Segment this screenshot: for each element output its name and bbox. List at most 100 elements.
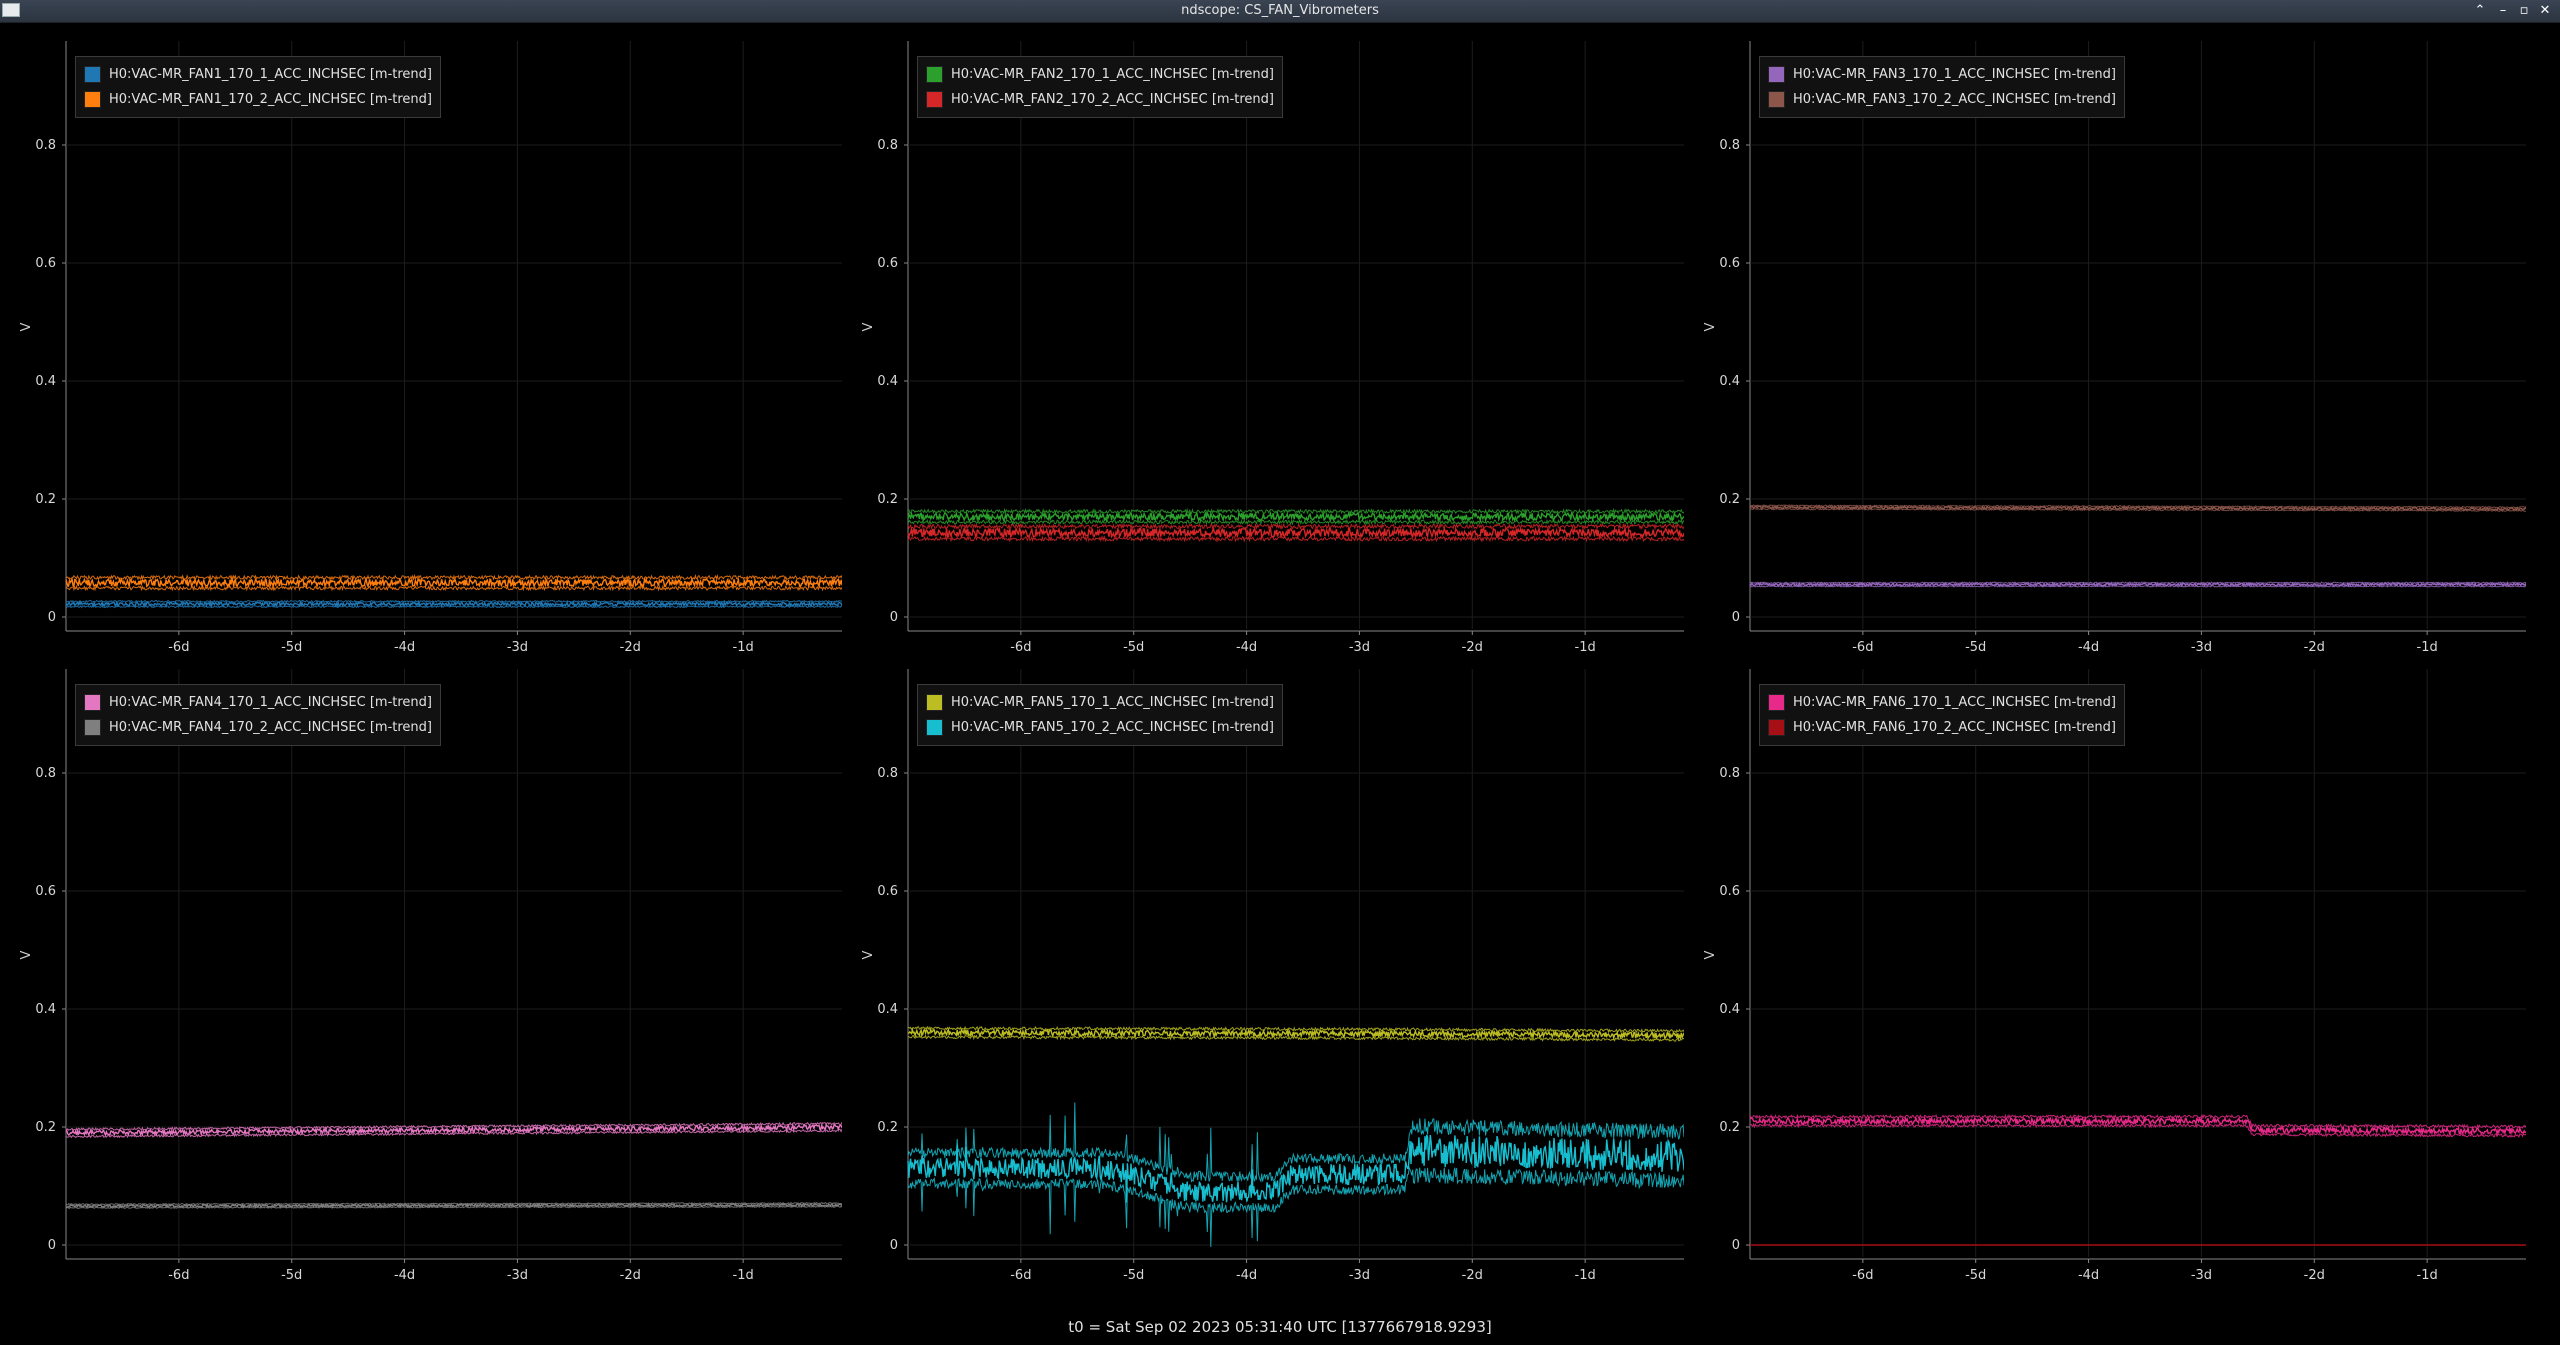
legend-entry[interactable]: H0:VAC-MR_FAN2_170_1_ACC_INCHSEC [m-tren… bbox=[926, 62, 1274, 87]
x-tick-label: -6d bbox=[1010, 1268, 1031, 1279]
legend-swatch bbox=[84, 66, 101, 83]
plot-panel-6[interactable]: 0 0.2 0.4 0.6 0.8 -6d -5d -4d -3d -2d -1d V H0:VAC-M… bbox=[1684, 651, 2526, 1279]
legend-swatch bbox=[926, 66, 943, 83]
series-trace-1 bbox=[65, 599, 842, 609]
plot-panel-3[interactable]: 0 0.2 0.4 0.6 0.8 -6d -5d -4d -3d -2d -1d V H0:VAC-M… bbox=[1684, 23, 2526, 651]
x-tick-label: -1d bbox=[733, 640, 754, 651]
y-tick-label: 0.4 bbox=[1719, 374, 1740, 389]
x-tick-label: -2d bbox=[1462, 1268, 1483, 1279]
legend-label: H0:VAC-MR_FAN2_170_2_ACC_INCHSEC [m-tren… bbox=[951, 92, 1274, 107]
legend-entry[interactable]: H0:VAC-MR_FAN6_170_2_ACC_INCHSEC [m-tren… bbox=[1768, 715, 2116, 740]
legend-label: H0:VAC-MR_FAN5_170_1_ACC_INCHSEC [m-tren… bbox=[951, 695, 1274, 710]
legend-swatch bbox=[1768, 719, 1785, 736]
y-tick-label: 0.6 bbox=[877, 884, 898, 899]
t0-label: t0 = Sat Sep 02 2023 05:31:40 UTC [13776… bbox=[1068, 1318, 1492, 1336]
x-tick-label: -1d bbox=[733, 1268, 754, 1279]
plot-panel-1[interactable]: 0 0.2 0.4 0.6 0.8 -6d -5d -4d -3d -2d -1d V H0:VAC-M… bbox=[0, 23, 842, 651]
legend-label: H0:VAC-MR_FAN5_170_2_ACC_INCHSEC [m-tren… bbox=[951, 720, 1274, 735]
x-tick-label: -5d bbox=[281, 640, 302, 651]
x-tick-label: -6d bbox=[1010, 640, 1031, 651]
legend-label: H0:VAC-MR_FAN4_170_2_ACC_INCHSEC [m-tren… bbox=[109, 720, 432, 735]
y-tick-label: 0.2 bbox=[1719, 492, 1740, 507]
y-tick-label: 0 bbox=[890, 1238, 898, 1253]
legend-entry[interactable]: H0:VAC-MR_FAN3_170_2_ACC_INCHSEC [m-tren… bbox=[1768, 87, 2116, 112]
y-tick-label: 0.4 bbox=[35, 1002, 56, 1017]
window-title: ndscope: CS_FAN_Vibrometers bbox=[1181, 3, 1379, 18]
x-tick-label: -6d bbox=[1852, 1268, 1873, 1279]
keep-above-button[interactable]: ⌃ bbox=[2471, 2, 2489, 20]
legend-entry[interactable]: H0:VAC-MR_FAN3_170_1_ACC_INCHSEC [m-tren… bbox=[1768, 62, 2116, 87]
x-tick-label: -3d bbox=[2191, 640, 2212, 651]
legend: H0:VAC-MR_FAN6_170_1_ACC_INCHSEC [m-tren… bbox=[1759, 684, 2125, 746]
window-titlebar: ndscope: CS_FAN_Vibrometers ⌃ – ▫ ✕ bbox=[0, 0, 2560, 23]
series-trace-1 bbox=[1749, 1113, 2526, 1139]
y-tick-label: 0.4 bbox=[35, 374, 56, 389]
y-tick-label: 0 bbox=[48, 1238, 56, 1253]
x-tick-label: -5d bbox=[1123, 640, 1144, 651]
y-tick-label: 0 bbox=[1732, 1238, 1740, 1253]
y-tick-label: 0.2 bbox=[1719, 1120, 1740, 1135]
legend-swatch bbox=[1768, 694, 1785, 711]
legend-label: H0:VAC-MR_FAN3_170_1_ACC_INCHSEC [m-tren… bbox=[1793, 67, 2116, 82]
x-tick-label: -6d bbox=[168, 640, 189, 651]
plot-panel-5[interactable]: 0 0.2 0.4 0.6 0.8 -6d -5d -4d -3d -2d -1d V H0:VAC-M… bbox=[842, 651, 1684, 1279]
y-tick-label: 0.6 bbox=[35, 256, 56, 271]
y-axis-label: V bbox=[1703, 950, 1718, 959]
legend-label: H0:VAC-MR_FAN3_170_2_ACC_INCHSEC [m-tren… bbox=[1793, 92, 2116, 107]
x-tick-label: -5d bbox=[1123, 1268, 1144, 1279]
series-trace-1 bbox=[907, 507, 1684, 526]
minimize-button[interactable]: – bbox=[2494, 2, 2512, 20]
y-tick-label: 0.4 bbox=[1719, 1002, 1740, 1017]
plot-panel-2[interactable]: 0 0.2 0.4 0.6 0.8 -6d -5d -4d -3d -2d -1d V H0:VAC-M… bbox=[842, 23, 1684, 651]
legend-entry[interactable]: H0:VAC-MR_FAN2_170_2_ACC_INCHSEC [m-tren… bbox=[926, 87, 1274, 112]
maximize-button[interactable]: ▫ bbox=[2515, 2, 2533, 20]
x-tick-label: -5d bbox=[1965, 1268, 1986, 1279]
y-tick-label: 0.2 bbox=[877, 492, 898, 507]
legend-entry[interactable]: H0:VAC-MR_FAN5_170_2_ACC_INCHSEC [m-tren… bbox=[926, 715, 1274, 740]
y-axis-label: V bbox=[1703, 322, 1718, 331]
y-tick-label: 0.8 bbox=[1719, 766, 1740, 781]
legend-label: H0:VAC-MR_FAN6_170_2_ACC_INCHSEC [m-tren… bbox=[1793, 720, 2116, 735]
legend-entry[interactable]: H0:VAC-MR_FAN4_170_1_ACC_INCHSEC [m-tren… bbox=[84, 690, 432, 715]
x-tick-label: -4d bbox=[394, 640, 415, 651]
x-tick-label: -3d bbox=[507, 640, 528, 651]
y-tick-label: 0.8 bbox=[35, 138, 56, 153]
legend-label: H0:VAC-MR_FAN2_170_1_ACC_INCHSEC [m-tren… bbox=[951, 67, 1274, 82]
legend-swatch bbox=[84, 91, 101, 108]
legend-entry[interactable]: H0:VAC-MR_FAN1_170_2_ACC_INCHSEC [m-tren… bbox=[84, 87, 432, 112]
legend-label: H0:VAC-MR_FAN1_170_2_ACC_INCHSEC [m-tren… bbox=[109, 92, 432, 107]
series-trace-2 bbox=[65, 573, 842, 592]
series-trace-1 bbox=[1749, 581, 2526, 588]
legend: H0:VAC-MR_FAN2_170_1_ACC_INCHSEC [m-tren… bbox=[917, 56, 1283, 118]
plot-panel-4[interactable]: 0 0.2 0.4 0.6 0.8 -6d -5d -4d -3d -2d -1d V H0:VAC-M… bbox=[0, 651, 842, 1279]
legend-entry[interactable]: H0:VAC-MR_FAN6_170_1_ACC_INCHSEC [m-tren… bbox=[1768, 690, 2116, 715]
close-button[interactable]: ✕ bbox=[2536, 2, 2554, 20]
x-tick-label: -6d bbox=[1852, 640, 1873, 651]
plot-grid: 0 0.2 0.4 0.6 0.8 -6d -5d -4d -3d -2d -1d V H0:VAC-M… bbox=[0, 23, 2560, 1323]
legend-entry[interactable]: H0:VAC-MR_FAN5_170_1_ACC_INCHSEC [m-tren… bbox=[926, 690, 1274, 715]
legend-entry[interactable]: H0:VAC-MR_FAN1_170_1_ACC_INCHSEC [m-tren… bbox=[84, 62, 432, 87]
y-axis-label: V bbox=[861, 322, 876, 331]
legend-swatch bbox=[84, 694, 101, 711]
x-tick-label: -2d bbox=[620, 1268, 641, 1279]
legend: H0:VAC-MR_FAN5_170_1_ACC_INCHSEC [m-tren… bbox=[917, 684, 1283, 746]
y-tick-label: 0.8 bbox=[1719, 138, 1740, 153]
series-trace-1 bbox=[907, 1025, 1684, 1042]
y-axis-label: V bbox=[19, 950, 34, 959]
legend-swatch bbox=[926, 91, 943, 108]
legend-label: H0:VAC-MR_FAN4_170_1_ACC_INCHSEC [m-tren… bbox=[109, 695, 432, 710]
legend-swatch bbox=[1768, 66, 1785, 83]
legend: H0:VAC-MR_FAN4_170_1_ACC_INCHSEC [m-tren… bbox=[75, 684, 441, 746]
legend-swatch bbox=[84, 719, 101, 736]
legend-entry[interactable]: H0:VAC-MR_FAN4_170_2_ACC_INCHSEC [m-tren… bbox=[84, 715, 432, 740]
x-tick-label: -2d bbox=[1462, 640, 1483, 651]
series-trace-2 bbox=[1749, 504, 2526, 512]
legend-swatch bbox=[926, 694, 943, 711]
y-tick-label: 0.2 bbox=[35, 1120, 56, 1135]
y-tick-label: 0.6 bbox=[1719, 884, 1740, 899]
x-tick-label: -2d bbox=[620, 640, 641, 651]
x-tick-label: -5d bbox=[1965, 640, 1986, 651]
legend: H0:VAC-MR_FAN1_170_1_ACC_INCHSEC [m-tren… bbox=[75, 56, 441, 118]
x-tick-label: -1d bbox=[1575, 1268, 1596, 1279]
y-tick-label: 0.8 bbox=[35, 766, 56, 781]
